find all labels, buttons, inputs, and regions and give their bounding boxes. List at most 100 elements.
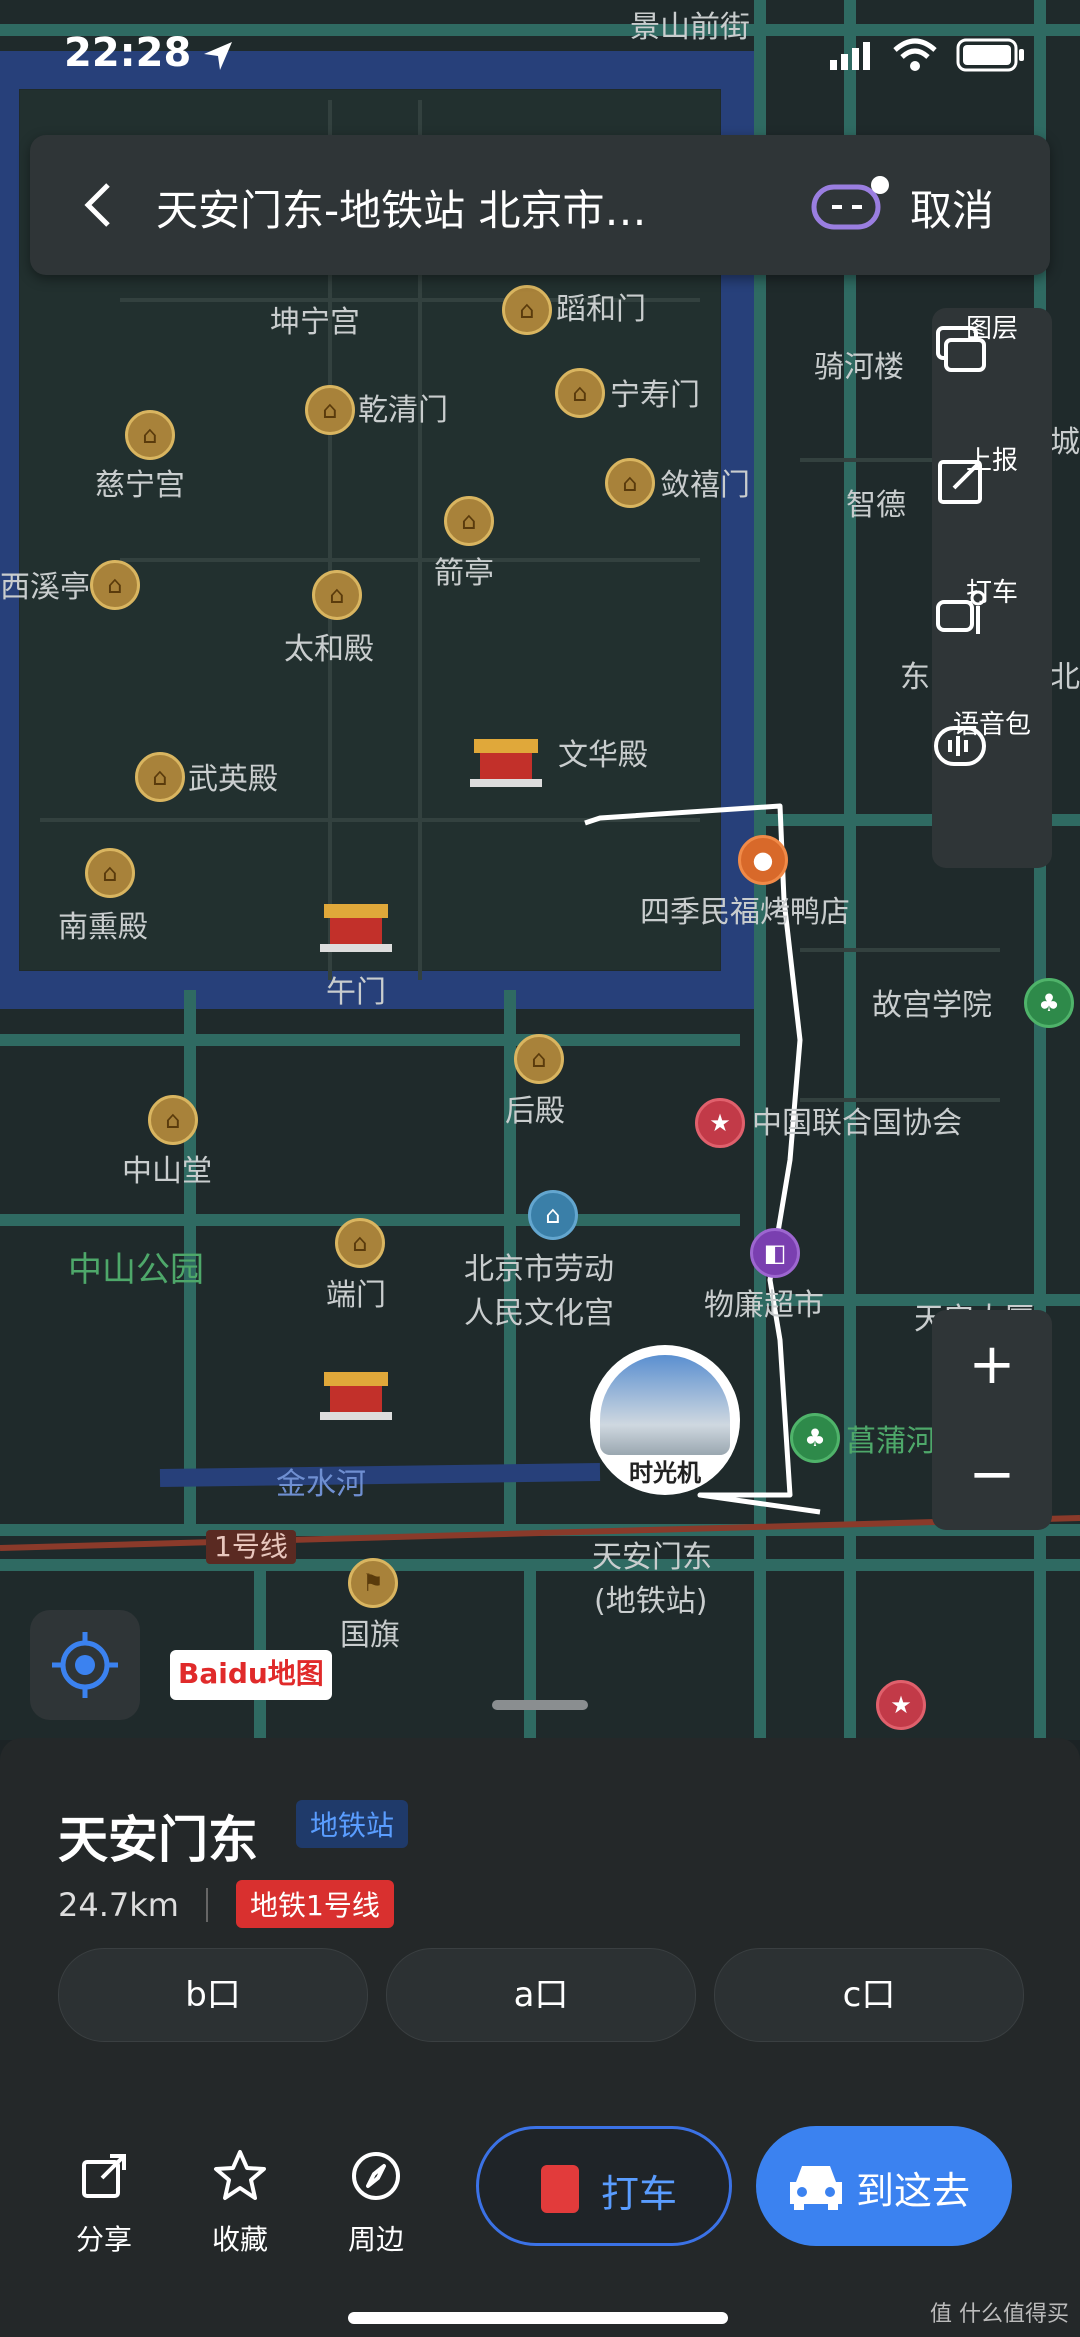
layers-button[interactable]: 图层 — [932, 308, 1052, 438]
landmark-poi-icon[interactable]: ★ — [695, 1098, 745, 1148]
map-label: 文华殿 — [558, 738, 648, 773]
museum-poi-icon[interactable]: ⌂ — [528, 1190, 578, 1240]
zoom-control: + − — [932, 1310, 1052, 1530]
palace-poi-icon[interactable]: ⌂ — [305, 385, 355, 435]
map-label: 后殿 — [505, 1094, 565, 1129]
cancel-button[interactable]: 取消 — [910, 177, 994, 238]
map-tools-panel: 图层 上报 打车 语音包 — [932, 308, 1052, 868]
restaurant-poi-icon[interactable]: ● — [738, 835, 788, 885]
map-label: 人民文化宫 — [464, 1296, 614, 1331]
nearby-button[interactable]: 周边 — [326, 2148, 426, 2258]
zoom-out-button[interactable]: − — [932, 1420, 1052, 1530]
palace-poi-icon[interactable]: ⌂ — [514, 1034, 564, 1084]
layers-icon — [936, 326, 986, 372]
map-label: 中山堂 — [122, 1154, 212, 1189]
station-label: 天安门东 — [592, 1540, 712, 1575]
palace-poi-icon[interactable]: ⌂ — [312, 570, 362, 620]
go-here-label: 到这去 — [856, 2169, 971, 2213]
car-icon — [790, 2166, 842, 2210]
search-title[interactable]: 天安门东-地铁站 北京市… — [156, 177, 647, 238]
park-poi-icon[interactable]: ♣ — [1024, 978, 1074, 1028]
time-machine-photo — [600, 1355, 730, 1455]
taxi-label: 打车 — [601, 2172, 678, 2216]
map-label: 乾清门 — [358, 393, 448, 428]
zoom-in-button[interactable]: + — [932, 1310, 1052, 1420]
map-label: 中山公园 — [68, 1250, 204, 1290]
map-label: 蹈和门 — [556, 292, 646, 327]
map-label: 金水河 — [276, 1467, 366, 1502]
landmark-poi-icon[interactable]: ★ — [876, 1680, 926, 1730]
map-label: 端门 — [326, 1278, 386, 1313]
search-bar[interactable]: 天安门东-地铁站 北京市… 取消 — [30, 135, 1050, 275]
go-here-button[interactable]: 到这去 — [756, 2126, 1012, 2246]
map-label: 敛禧门 — [660, 468, 750, 503]
report-button[interactable]: 上报 — [932, 440, 1052, 570]
exit-c-button[interactable]: c口 — [714, 1948, 1024, 2042]
palace-poi-icon[interactable]: ⌂ — [125, 410, 175, 460]
status-bar: 22:28 — [0, 0, 1080, 120]
palace-poi-icon[interactable]: ⌂ — [555, 368, 605, 418]
map-label: 北 — [1050, 660, 1080, 695]
nearby-label: 周边 — [347, 2223, 404, 2256]
star-icon — [214, 2150, 266, 2200]
park-poi-icon[interactable]: ♣ — [790, 1413, 840, 1463]
locate-icon — [52, 1632, 118, 1698]
compass-icon — [352, 2152, 400, 2200]
map-label: 箭亭 — [434, 556, 494, 591]
panel-drag-handle[interactable] — [492, 1700, 588, 1710]
map-label: 北京市劳动 — [464, 1252, 614, 1287]
map-label: 坤宁宫 — [270, 305, 360, 340]
place-distance: 24.7km — [58, 1886, 179, 1924]
map-label: 四季民福烤鸭店 — [640, 895, 850, 930]
back-chevron-icon[interactable] — [70, 175, 130, 235]
favorite-button[interactable]: 收藏 — [190, 2148, 290, 2258]
palace-poi-icon[interactable]: ⌂ — [502, 285, 552, 335]
exit-a-button[interactable]: a口 — [386, 1948, 696, 2042]
palace-poi-icon[interactable]: ⌂ — [335, 1218, 385, 1268]
location-arrow-icon — [204, 42, 232, 70]
battery-icon — [956, 38, 1024, 72]
status-time: 22:28 — [64, 30, 192, 76]
time-machine-button[interactable]: 时光机 — [590, 1345, 740, 1495]
voice-pack-icon — [934, 726, 986, 766]
place-type-badge: 地铁站 — [296, 1800, 409, 1848]
exit-b-button[interactable]: b口 — [58, 1948, 368, 2042]
favorite-label: 收藏 — [211, 2223, 268, 2256]
metro-line-badge[interactable]: 地铁1号线 — [236, 1880, 394, 1928]
palace-poi-icon[interactable]: ⌂ — [90, 560, 140, 610]
map-label: 中国联合国协会 — [752, 1106, 962, 1141]
report-icon — [938, 460, 982, 504]
map-label: 智德 — [846, 488, 906, 523]
share-label: 分享 — [75, 2223, 132, 2256]
wifi-icon — [893, 38, 937, 71]
baidu-map-logo: Baidu地图 — [170, 1650, 332, 1700]
assistant-bot-icon[interactable] — [810, 175, 890, 235]
palace-poi-icon[interactable]: ⌂ — [605, 458, 655, 508]
station-label: (地铁站) — [594, 1584, 708, 1619]
watermark: 值 什么值得买 — [930, 2302, 1069, 2327]
map-label: 武英殿 — [188, 762, 278, 797]
palace-poi-icon[interactable]: ⌂ — [148, 1095, 198, 1145]
locate-button[interactable] — [30, 1610, 140, 1720]
map-label: 东 — [900, 660, 930, 695]
time-machine-label: 时光机 — [629, 1459, 701, 1487]
map-label: 西溪亭 — [0, 570, 90, 605]
palace-building-icon[interactable] — [466, 735, 546, 791]
map-label: 太和殿 — [284, 632, 374, 667]
palace-poi-icon[interactable]: ⌂ — [85, 848, 135, 898]
map-label: 南熏殿 — [58, 910, 148, 945]
home-indicator[interactable] — [348, 2312, 728, 2324]
palace-building-icon[interactable] — [316, 900, 396, 956]
taxi-tool-button[interactable]: 打车 — [932, 572, 1052, 702]
red-envelope-icon — [541, 2165, 579, 2213]
supermarket-poi-icon[interactable]: ◧ — [750, 1228, 800, 1278]
palace-poi-icon[interactable]: ⌂ — [444, 496, 494, 546]
palace-poi-icon[interactable]: ⌂ — [135, 752, 185, 802]
voice-pack-button[interactable]: 语音包 — [932, 704, 1052, 834]
palace-building-icon[interactable] — [316, 1368, 396, 1424]
map-label: 故宫学院 — [872, 988, 992, 1023]
taxi-button[interactable]: 打车 — [476, 2126, 732, 2246]
share-button[interactable]: 分享 — [54, 2148, 154, 2258]
place-name: 天安门东 — [58, 1811, 258, 1869]
flag-poi-icon[interactable]: ⚑ — [348, 1558, 398, 1608]
